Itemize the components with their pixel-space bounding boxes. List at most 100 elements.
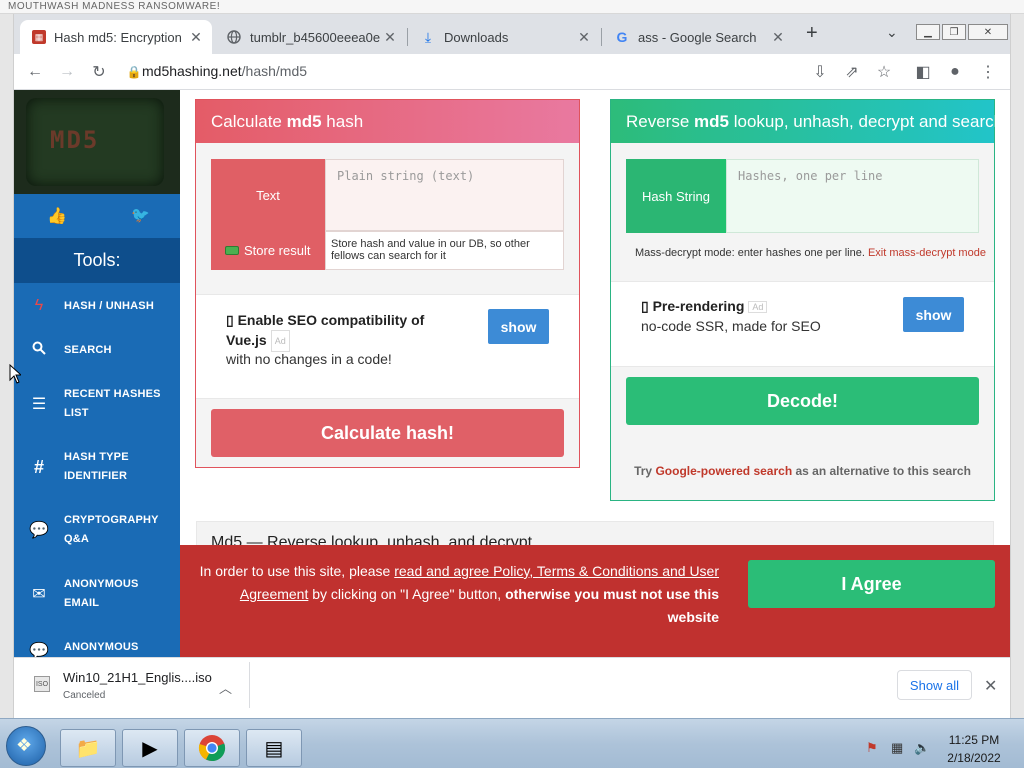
download-separator [249,662,250,708]
exit-mass-decrypt-link[interactable]: Exit mass-decrypt mode [868,247,986,259]
iso-file-icon: ISO [34,676,50,692]
google-search-link[interactable]: Google-powered search [655,464,792,478]
tab-tumblr[interactable]: tumblr_b45600eeea0ea ✕ [214,20,406,54]
hash-icon: # [33,456,44,477]
prerender-show-button[interactable]: show [903,297,964,332]
seo-ad-title[interactable]: ▯ Enable SEO compatibility of Vue.js Ad [226,310,456,353]
back-icon[interactable]: ← [25,62,45,82]
sidebar-item-recent-hashes[interactable]: ☰ RECENT HASHES LIST [14,384,180,424]
lock-icon[interactable]: 🔒 [124,62,144,82]
ad-glyph-icon: ▯ [641,298,653,314]
maximize-button[interactable]: ❐ [942,24,966,40]
header-algo: md5 [694,112,729,131]
url-path: /hash/md5 [241,63,308,79]
sidebar-item-crypto-qa[interactable]: 💬 CRYPTOGRAPHY Q&A [14,510,180,550]
close-icon[interactable]: ✕ [574,29,594,46]
ad-badge: Ad [270,330,290,353]
sidebar-item-hash-type[interactable]: # HASH TYPE IDENTIFIER [14,447,180,487]
chrome-taskbar-icon[interactable] [184,729,240,767]
thumbs-up-icon[interactable]: 👍 [47,206,67,226]
md5hashing-favicon-icon: ▦ [32,30,46,44]
decode-button[interactable]: Decode! [626,377,979,425]
lightning-icon: ϟ [34,297,44,314]
new-tab-button[interactable]: + [806,22,818,45]
hash-string-label: Hash String [626,159,726,233]
consent-warning: otherwise you must not use this website [505,586,719,625]
i-agree-button[interactable]: I Agree [748,560,995,608]
download-file-name[interactable]: Win10_21H1_Englis....iso [63,670,212,685]
sidebar-item-search[interactable]: SEARCH [14,334,180,366]
tab-title: Downloads [444,29,509,45]
menu-kebab-icon[interactable]: ⋮ [978,62,998,82]
explorer-taskbar-icon[interactable]: 📁 [60,729,116,767]
tab-title: tumblr_b45600eeea0ea [250,29,380,45]
download-icon: ⤓ [424,28,432,45]
sidebar-item-label: HASH TYPE IDENTIFIER [64,451,129,482]
twitter-icon[interactable]: 🐦 [131,206,150,224]
media-player-taskbar-icon[interactable]: ▶ [122,729,178,767]
ad-glyph-icon: ▯ [226,312,238,328]
clock-date[interactable]: 2/18/2022 [944,751,1004,765]
hashes-input[interactable]: Hashes, one per line [726,159,979,233]
chat-icon: 💬 [29,643,49,657]
tab-md5[interactable]: ▦ Hash md5: Encryption and ✕ [20,20,212,54]
plain-text-input[interactable]: Plain string (text) [325,159,564,231]
header-text: Calculate [211,112,287,131]
seo-ad-subtitle: with no changes in a code! [226,351,392,367]
store-result-description: Store hash and value in our DB, so other… [325,231,564,270]
store-result-toggle[interactable]: Store result [211,231,325,270]
download-shelf [14,657,1010,718]
app-taskbar-icon[interactable]: ▤ [246,729,302,767]
sidebar-item-hash-unhash[interactable]: ϟ HASH / UNHASH [14,290,180,322]
share-icon[interactable]: ⇗ [842,62,862,82]
calculate-hash-button[interactable]: Calculate hash! [211,409,564,457]
tab-google[interactable]: G ass - Google Search ✕ [602,20,794,54]
prerender-ad-title-text: Pre-rendering [652,298,745,314]
clock-time[interactable]: 11:25 PM [944,733,1004,747]
seo-show-button[interactable]: show [488,309,549,344]
close-icon[interactable]: ✕ [768,29,788,46]
address-bar[interactable]: md5hashing.net/hash/md5 [142,63,307,79]
reload-icon[interactable]: ↻ [89,62,109,82]
prerender-ad-subtitle: no-code SSR, made for SEO [641,318,821,334]
close-icon[interactable]: ✕ [984,676,997,696]
star-icon[interactable]: ☆ [874,62,894,82]
store-result-label: Store result [244,243,311,258]
toggle-icon[interactable] [225,246,239,255]
network-icon[interactable]: ▦ [891,740,903,756]
tools-header: Tools: [14,238,180,283]
mouse-cursor-icon [9,364,21,384]
close-icon[interactable]: ✕ [380,29,400,46]
seo-ad-title-text: Enable SEO compatibility of Vue.js [226,312,425,348]
side-panel-icon[interactable]: ◧ [913,62,933,82]
forward-icon[interactable]: → [57,62,77,82]
sidebar-item-label: CRYPTOGRAPHY Q&A [64,514,159,545]
sidebar-item-label: HASH / UNHASH [64,299,154,312]
sidebar-item-anon-email[interactable]: ✉ ANONYMOUS EMAIL [14,574,180,614]
install-app-icon[interactable]: ⇩ [810,62,830,82]
tab-downloads[interactable]: ⤓ Downloads ✕ [408,20,600,54]
network-alert-icon[interactable]: ⚑ [866,740,878,756]
sidebar-item-anonymous[interactable]: 💬 ANONYMOUS [14,638,180,657]
windows-logo-icon: ❖ [16,735,33,755]
tab-title: ass - Google Search [638,29,757,45]
consent-mid: by clicking on "I Agree" button, [308,586,506,602]
prerender-ad-title[interactable]: ▯ Pre-rendering Ad [641,298,768,315]
chevron-up-icon[interactable]: ︿ [219,678,232,697]
window-caption-bar: MOUTHWASH MADNESS RANSOMWARE! [0,0,1024,14]
social-row: 👍 🐦 [14,194,180,238]
window-close-button[interactable]: ✕ [968,24,1008,40]
download-status: Canceled [63,690,106,701]
close-icon[interactable]: ✕ [186,29,206,46]
header-text: hash [321,112,364,131]
show-all-button[interactable]: Show all [897,670,972,700]
try-text: Try [634,464,656,478]
calculate-header: Calculate md5 hash [196,100,579,143]
minimize-button[interactable]: ▁ [916,24,940,40]
site-logo-text: MD5 [50,126,100,154]
profile-avatar-icon[interactable]: ● [945,62,965,82]
volume-icon[interactable]: 🔈 [914,740,930,756]
text-label: Text [211,159,325,231]
tab-search-chevron-icon[interactable]: ⌄ [886,24,898,41]
mass-decrypt-text: Mass-decrypt mode: enter hashes one per … [635,247,865,259]
